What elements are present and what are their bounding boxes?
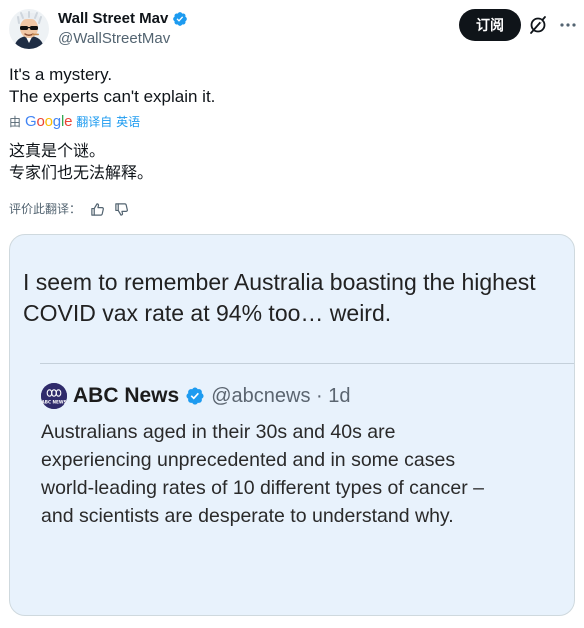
translated-line: 这真是个谜。	[9, 141, 106, 160]
grok-icon	[530, 16, 546, 34]
tweet-text: It's a mystery. The experts can't explai…	[9, 64, 215, 108]
quoted-post-line: and scientists are desperate to understa…	[41, 505, 454, 527]
abc-logo-icon: ABC NEWS	[41, 383, 67, 409]
tweet-media-image[interactable]: I seem to remember Australia boasting th…	[9, 234, 575, 616]
tweet-line: The experts can't explain it.	[9, 87, 216, 106]
translation-attribution: 由 Google 翻译自 英语	[9, 114, 140, 130]
grok-button[interactable]	[526, 13, 550, 37]
translated-line: 专家们也无法解释。	[9, 163, 154, 182]
author-avatar[interactable]	[9, 9, 49, 49]
rate-translation-label: 评价此翻译：	[9, 202, 82, 216]
quoted-verified-badge-icon	[186, 387, 204, 405]
author-display-name[interactable]: Wall Street Mav	[58, 9, 168, 29]
rate-translation-row: 评价此翻译：	[9, 201, 129, 217]
thumbs-up-icon	[90, 202, 104, 216]
quote-divider	[40, 363, 574, 364]
quoted-post-header: ABC NEWS ABC News @abcnews · 1d	[41, 383, 350, 409]
translation-source-link[interactable]: 翻译自 英语	[76, 114, 140, 130]
quoted-handle-time: @abcnews · 1d	[211, 384, 351, 407]
cartoon-avatar-icon	[9, 9, 49, 49]
quoted-post-line: Australians aged in their 30s and 40s ar…	[41, 421, 396, 443]
translated-by-label: 由	[9, 115, 22, 129]
author-name-row[interactable]: Wall Street Mav	[58, 9, 188, 29]
thumbs-up-button[interactable]	[89, 201, 105, 217]
more-button[interactable]	[558, 15, 578, 35]
media-headline: I seem to remember Australia boasting th…	[23, 267, 571, 329]
thumbs-down-icon	[114, 202, 128, 216]
tweet-line: It's a mystery.	[9, 65, 113, 84]
verified-badge-icon	[173, 12, 188, 26]
media-headline-line: COVID vax rate at 94% too… weird.	[23, 300, 392, 326]
google-logo: Google	[25, 113, 73, 130]
subscribe-button[interactable]: 订阅	[459, 9, 521, 41]
translated-text: 这真是个谜。 专家们也无法解释。	[9, 140, 153, 184]
abc-news-logo: ABC NEWS	[41, 383, 67, 409]
media-headline-line: I seem to remember Australia boasting th…	[23, 269, 536, 295]
abc-logo-text: ABC NEWS	[42, 400, 67, 405]
author-handle[interactable]: @WallStreetMav	[58, 29, 170, 49]
quoted-post-line: world-leading rates of 10 different type…	[41, 477, 484, 499]
quoted-post-text: Australians aged in their 30s and 40s ar…	[41, 418, 571, 530]
quoted-author-name: ABC News	[73, 384, 180, 407]
quoted-post-line: experiencing unprecedented and in some c…	[41, 449, 456, 471]
more-icon	[560, 23, 576, 27]
thumbs-down-button[interactable]	[113, 201, 129, 217]
